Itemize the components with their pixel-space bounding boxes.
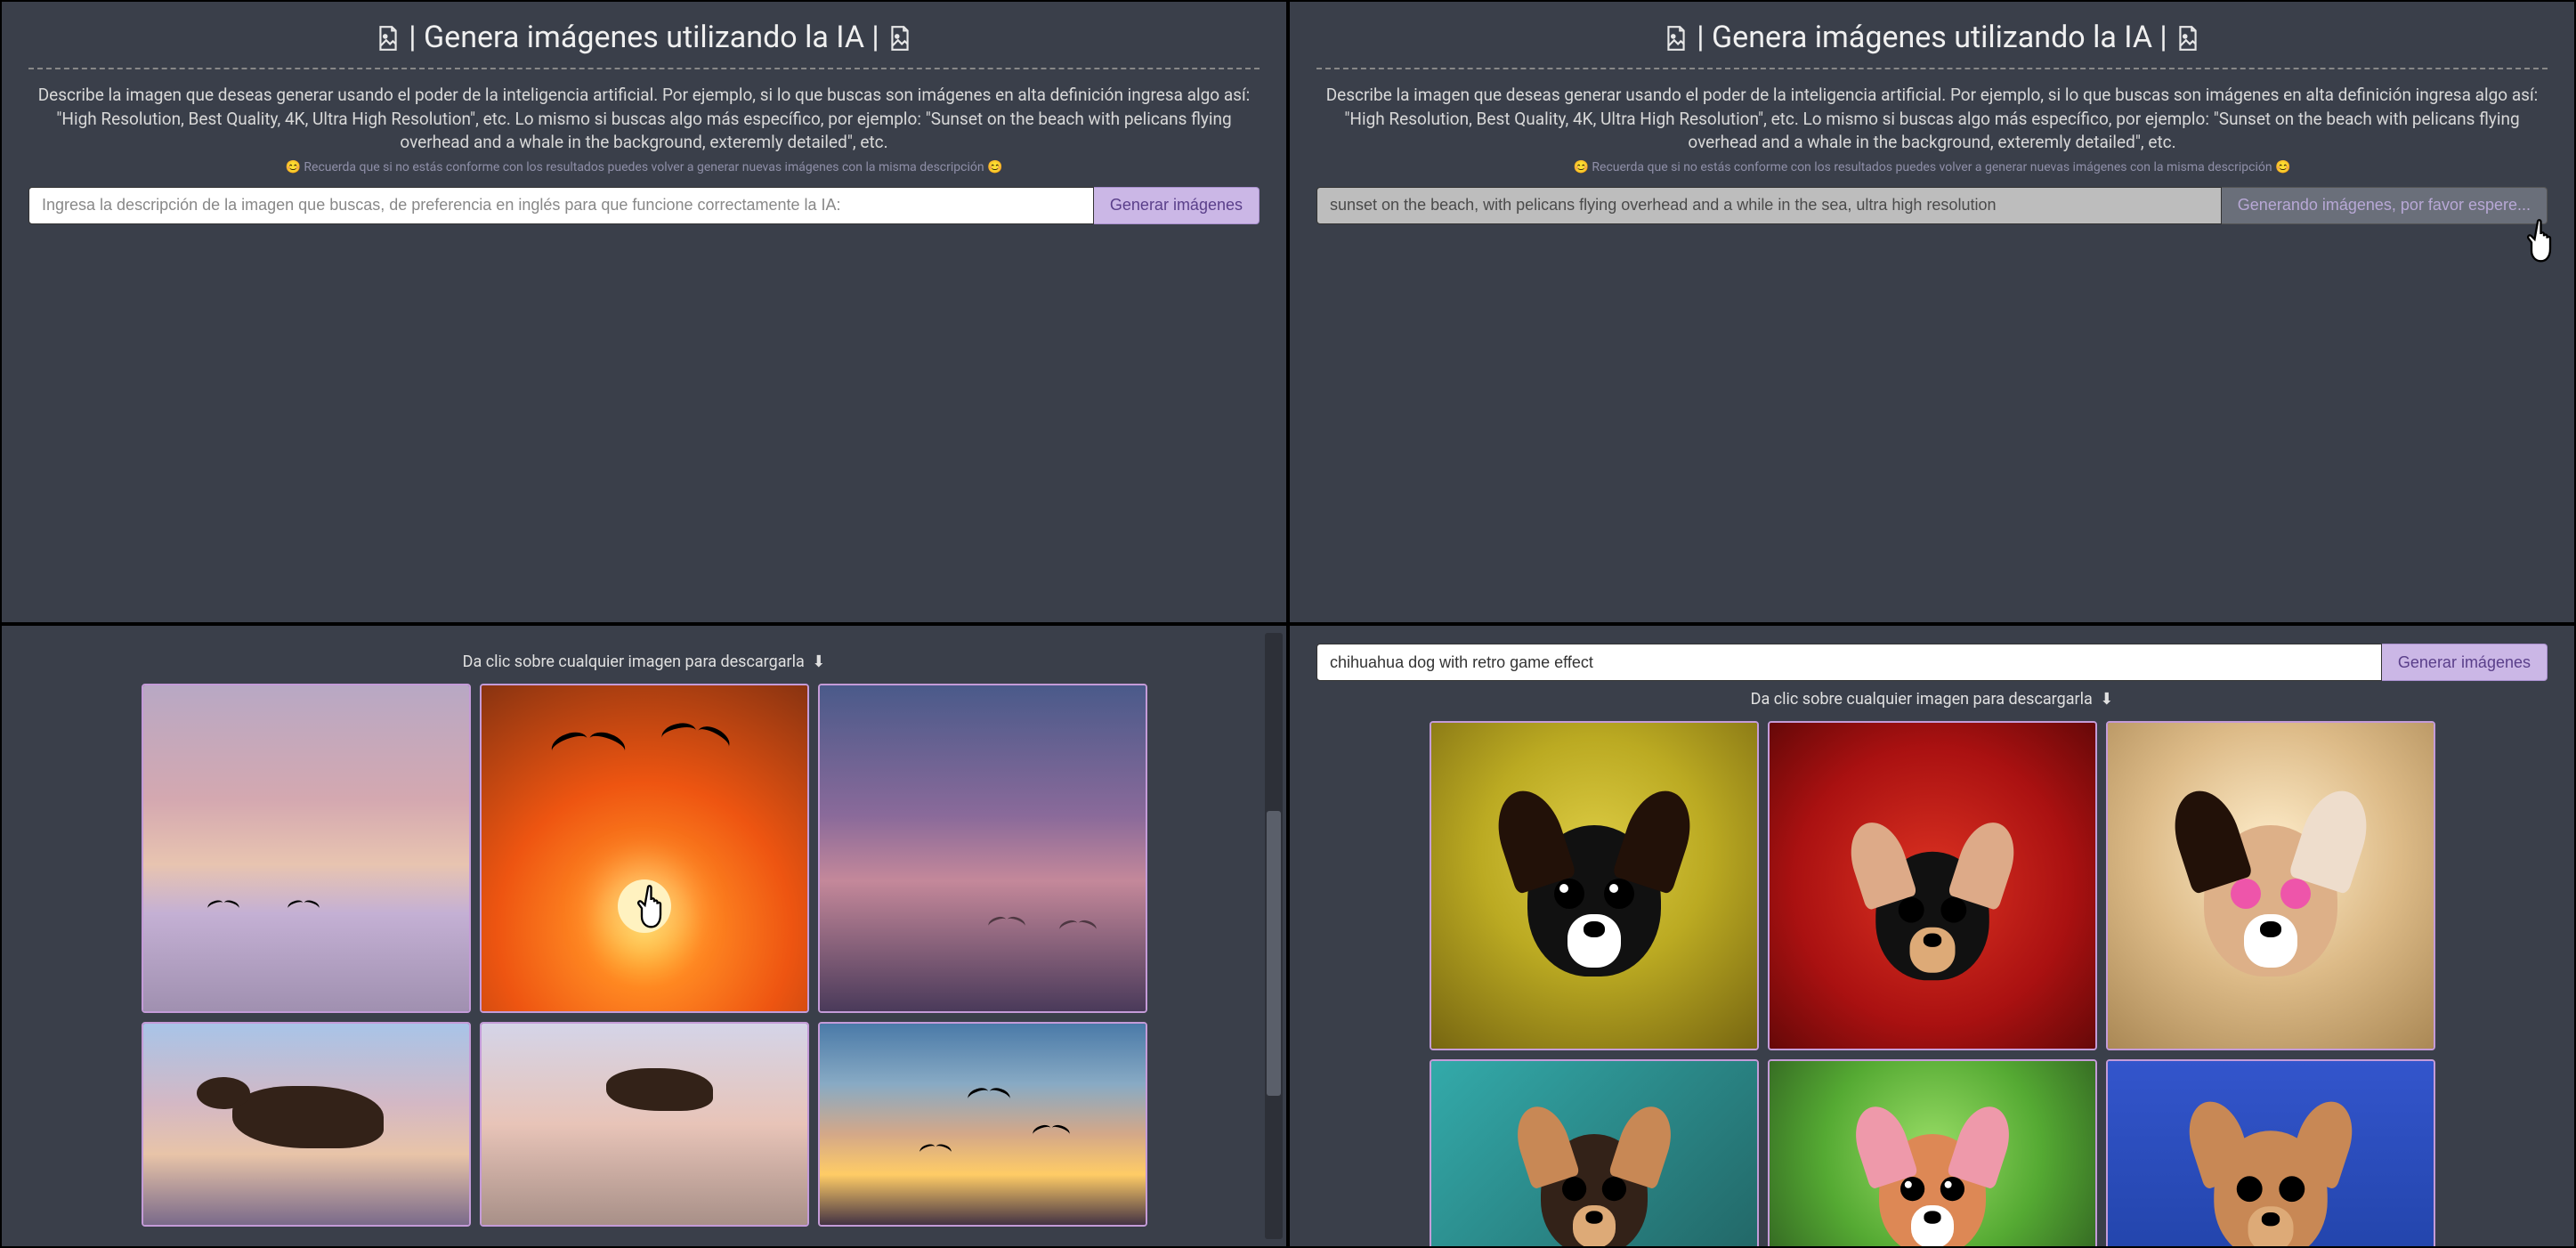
- result-thumbnail[interactable]: [2106, 1059, 2435, 1248]
- result-thumbnail[interactable]: [142, 684, 471, 1013]
- results-grid: [1316, 721, 2548, 1248]
- generate-button[interactable]: Generar imágenes: [2382, 644, 2548, 681]
- result-thumbnail[interactable]: [1430, 1059, 1759, 1248]
- hint-text: 😊 Recuerda que si no estás conforme con …: [1316, 160, 2548, 174]
- hint-emoji: 😊: [987, 160, 1002, 174]
- hint-text: 😊 Recuerda que si no estás conforme con …: [28, 160, 1260, 174]
- description-text: Describe la imagen que deseas generar us…: [28, 84, 1260, 155]
- download-hint: Da clic sobre cualquier imagen para desc…: [1316, 690, 2548, 709]
- divider: [1316, 68, 2548, 69]
- divider: [28, 68, 1260, 69]
- result-thumbnail[interactable]: [142, 1022, 471, 1227]
- prompt-form: Generar imágenes: [28, 187, 1260, 224]
- panel-results-sunset: Da clic sobre cualquier imagen para desc…: [0, 624, 1288, 1248]
- page-title: | Genera imágenes utilizando la IA |: [28, 20, 1260, 55]
- title-text: | Genera imágenes utilizando la IA |: [1697, 20, 2167, 55]
- panel-loading-state: | Genera imágenes utilizando la IA | Des…: [1288, 0, 2576, 624]
- hint-emoji: 😊: [1573, 160, 1588, 174]
- result-thumbnail[interactable]: [480, 1022, 809, 1227]
- panel-empty-state: | Genera imágenes utilizando la IA | Des…: [0, 0, 1288, 624]
- image-file-icon: [1665, 24, 1688, 51]
- result-thumbnail[interactable]: [2106, 721, 2435, 1050]
- image-file-icon: [377, 24, 400, 51]
- prompt-form: Generando imágenes, por favor espere...: [1316, 187, 2548, 224]
- hint-emoji: 😊: [2275, 160, 2290, 174]
- download-icon: ⬇: [2100, 690, 2113, 709]
- image-file-icon: [888, 24, 911, 51]
- result-thumbnail[interactable]: [818, 1022, 1147, 1227]
- result-thumbnail[interactable]: [1430, 721, 1759, 1050]
- description-text: Describe la imagen que deseas generar us…: [1316, 84, 2548, 155]
- prompt-input[interactable]: [1316, 187, 2222, 224]
- generate-button[interactable]: Generar imágenes: [1094, 187, 1260, 224]
- title-text: | Genera imágenes utilizando la IA |: [409, 20, 879, 55]
- panel-results-chihuahua: Generar imágenes Da clic sobre cualquier…: [1288, 624, 2576, 1248]
- generate-button-loading: Generando imágenes, por favor espere...: [2222, 187, 2548, 224]
- prompt-input[interactable]: [28, 187, 1094, 224]
- result-thumbnail[interactable]: [1768, 1059, 2097, 1248]
- results-grid: [28, 684, 1260, 1227]
- scrollbar[interactable]: [1265, 633, 1283, 1239]
- hint-emoji: 😊: [285, 160, 300, 174]
- page-title: | Genera imágenes utilizando la IA |: [1316, 20, 2548, 55]
- prompt-input[interactable]: [1316, 644, 2382, 681]
- download-icon: ⬇: [812, 652, 825, 671]
- image-file-icon: [2176, 24, 2199, 51]
- scrollbar-thumb[interactable]: [1267, 811, 1281, 1096]
- result-thumbnail[interactable]: [1768, 721, 2097, 1050]
- result-thumbnail[interactable]: [818, 684, 1147, 1013]
- prompt-form: Generar imágenes: [1316, 644, 2548, 681]
- result-thumbnail[interactable]: [480, 684, 809, 1013]
- download-hint: Da clic sobre cualquier imagen para desc…: [28, 652, 1260, 671]
